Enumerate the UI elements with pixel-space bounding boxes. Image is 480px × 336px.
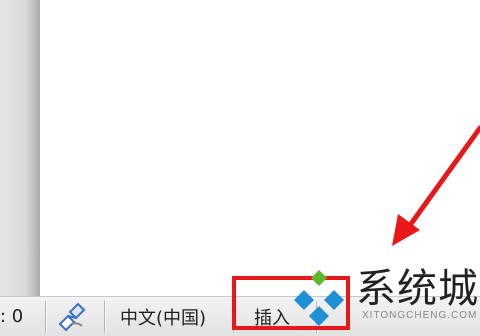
document-area[interactable] — [40, 0, 480, 296]
word-count-status[interactable]: : 0 — [0, 297, 40, 336]
language-status[interactable]: 中文(中国) — [120, 297, 224, 336]
watermark-title: 系统城 — [356, 266, 479, 312]
watermark: 系统城 XITONGCHENG.COM — [286, 264, 480, 332]
xitongcheng-logo-icon — [294, 270, 344, 326]
language-proofing-icon — [58, 302, 86, 331]
watermark-subtitle: XITONGCHENG.COM — [362, 310, 478, 321]
status-separator — [45, 301, 46, 333]
word-count-text: : 0 — [0, 306, 24, 327]
language-text: 中文(中国) — [120, 307, 207, 329]
left-margin — [0, 0, 40, 296]
status-separator — [104, 301, 105, 333]
proofing-button[interactable] — [56, 297, 96, 336]
